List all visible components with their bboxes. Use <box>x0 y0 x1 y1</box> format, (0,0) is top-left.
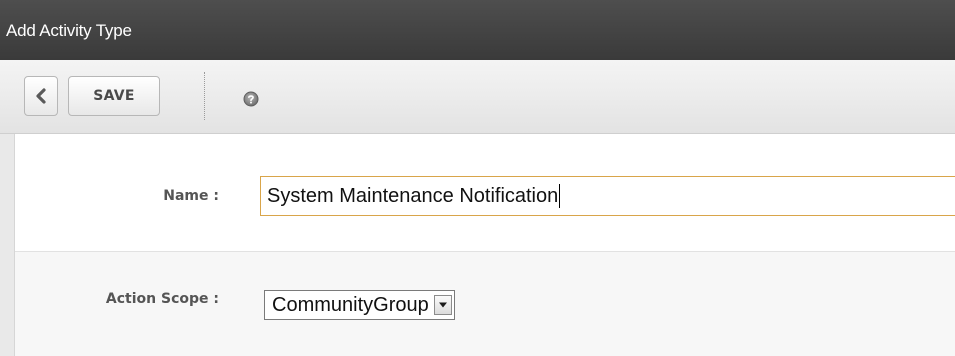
dropdown-arrow-button[interactable] <box>433 295 452 315</box>
toolbar: SAVE <box>0 60 955 134</box>
back-button[interactable] <box>24 76 58 116</box>
name-input-value: System Maintenance Notification <box>267 184 559 207</box>
toolbar-divider <box>204 72 205 120</box>
help-icon[interactable] <box>243 91 259 107</box>
add-activity-type-window: Add Activity Type SAVE Name : System Mai… <box>0 0 955 356</box>
titlebar: Add Activity Type <box>0 0 955 60</box>
window-title: Add Activity Type <box>6 21 132 40</box>
save-button[interactable]: SAVE <box>68 76 160 116</box>
name-input[interactable]: System Maintenance Notification <box>260 176 955 216</box>
chevron-down-icon <box>438 302 447 308</box>
action-scope-selected-value: CommunityGroup <box>272 293 429 316</box>
text-caret <box>559 184 561 208</box>
action-scope-select[interactable]: CommunityGroup <box>264 290 455 320</box>
chevron-left-icon <box>36 88 46 104</box>
form-panel: Name : System Maintenance Notification A… <box>14 134 955 356</box>
name-label: Name : <box>163 188 219 204</box>
action-scope-label: Action Scope : <box>105 291 219 307</box>
